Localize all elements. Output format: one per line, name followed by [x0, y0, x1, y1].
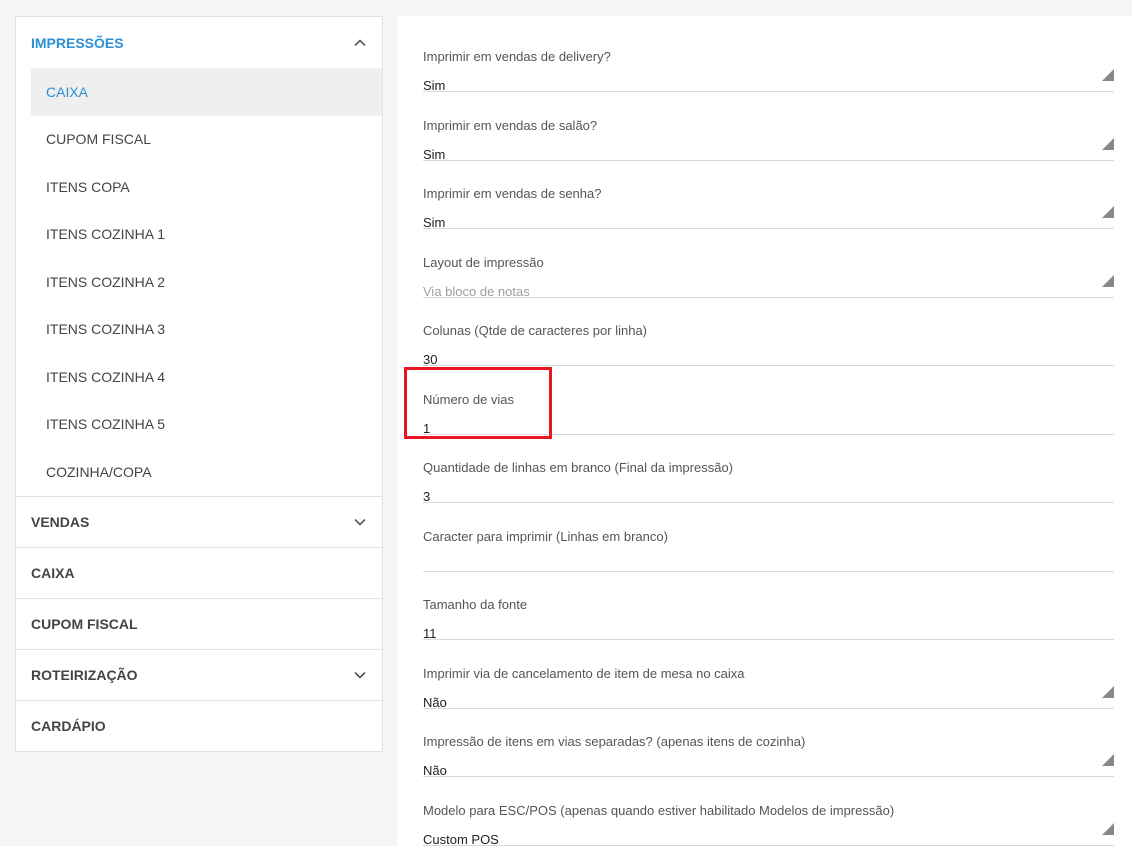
field-value: Sim	[423, 146, 446, 162]
section-cardapio-label: CARDÁPIO	[31, 717, 106, 734]
field-value: 1	[423, 420, 431, 436]
print-settings-form: Imprimir em vendas de delivery? Sim Impr…	[397, 16, 1132, 846]
field-label: Colunas (Qtde de caracteres por linha)	[423, 323, 648, 338]
section-cupom-fiscal-label: CUPOM FISCAL	[31, 615, 138, 632]
input-copies[interactable]: Número de vias 1	[423, 367, 1114, 436]
settings-sidebar: IMPRESSÕES CAIXA CUPOM FISCAL ITENS COPA…	[15, 16, 383, 752]
select-delivery-print[interactable]: Imprimir em vendas de delivery? Sim	[423, 24, 1114, 93]
field-label: Imprimir em vendas de salão?	[423, 117, 598, 133]
field-label: Modelo para ESC/POS (apenas quando estiv…	[423, 802, 895, 818]
section-vendas-label: VENDAS	[31, 513, 90, 530]
input-columns[interactable]: Colunas (Qtde de caracteres por linha) 3…	[423, 298, 1114, 367]
field-value: Não	[423, 694, 447, 710]
field-label: Tamanho da fonte	[423, 597, 528, 612]
submenu-item-itens-cozinha-4[interactable]: ITENS COZINHA 4	[31, 353, 382, 401]
submenu-item-itens-cozinha-1[interactable]: ITENS COZINHA 1	[31, 211, 382, 259]
field-label: Caracter para imprimir (Linhas em branco…	[423, 528, 668, 544]
section-roteirizacao[interactable]: ROTEIRIZAÇÃO	[16, 648, 382, 700]
section-cupom-fiscal[interactable]: CUPOM FISCAL	[16, 597, 382, 649]
submenu-item-cupom-fiscal[interactable]: CUPOM FISCAL	[31, 116, 382, 164]
input-blank-char[interactable]: Caracter para imprimir (Linhas em branco…	[423, 504, 1114, 572]
select-escpos-model[interactable]: Modelo para ESC/POS (apenas quando estiv…	[423, 778, 1114, 846]
input-font-size[interactable]: Tamanho da fonte 11	[423, 572, 1114, 641]
field-label: Quantidade de linhas em branco (Final da…	[423, 460, 734, 475]
submenu-item-cozinha-copa[interactable]: COZINHA/COPA	[31, 448, 382, 496]
impressoes-submenu: CAIXA CUPOM FISCAL ITENS COPA ITENS COZI…	[16, 68, 382, 496]
field-value: Via bloco de notas	[423, 283, 530, 299]
field-value: 3	[423, 489, 431, 504]
section-caixa-label: CAIXA	[31, 564, 75, 581]
select-print-layout[interactable]: Layout de impressão Via bloco de notas	[423, 230, 1114, 299]
dropdown-arrow-icon	[1102, 685, 1114, 698]
dropdown-arrow-icon	[1102, 754, 1114, 766]
input-blank-lines[interactable]: Quantidade de linhas em branco (Final da…	[423, 435, 1114, 504]
submenu-item-caixa[interactable]: CAIXA	[31, 68, 382, 116]
field-value: Não	[423, 763, 447, 778]
field-label: Imprimir em vendas de delivery?	[423, 49, 611, 64]
chevron-down-icon	[353, 668, 367, 682]
section-impressoes-label: IMPRESSÕES	[31, 34, 124, 51]
select-cancel-print[interactable]: Imprimir via de cancelamento de item de …	[423, 641, 1114, 710]
field-label: Imprimir em vendas de senha?	[423, 186, 602, 201]
select-senha-print[interactable]: Imprimir em vendas de senha? Sim	[423, 161, 1114, 230]
dropdown-arrow-icon	[1102, 274, 1114, 287]
select-salao-print[interactable]: Imprimir em vendas de salão? Sim	[423, 93, 1114, 162]
submenu-item-itens-cozinha-5[interactable]: ITENS COZINHA 5	[31, 401, 382, 449]
section-impressoes[interactable]: IMPRESSÕES	[16, 17, 382, 68]
dropdown-arrow-icon	[1102, 206, 1114, 218]
submenu-item-itens-cozinha-3[interactable]: ITENS COZINHA 3	[31, 306, 382, 354]
submenu-item-itens-cozinha-2[interactable]: ITENS COZINHA 2	[31, 258, 382, 306]
field-value: Sim	[423, 78, 446, 93]
field-label: Impressão de itens em vias separadas? (a…	[423, 734, 806, 749]
section-cardapio[interactable]: CARDÁPIO	[16, 699, 382, 751]
select-separate-copies[interactable]: Impressão de itens em vias separadas? (a…	[423, 709, 1114, 778]
dropdown-arrow-icon	[1102, 137, 1114, 150]
dropdown-arrow-icon	[1102, 69, 1114, 81]
field-label: Imprimir via de cancelamento de item de …	[423, 665, 745, 681]
dropdown-arrow-icon	[1102, 822, 1114, 835]
field-value: Sim	[423, 215, 446, 230]
submenu-item-itens-copa[interactable]: ITENS COPA	[31, 163, 382, 211]
field-value: 11	[423, 626, 437, 641]
section-roteirizacao-label: ROTEIRIZAÇÃO	[31, 666, 138, 683]
field-value: Custom POS	[423, 831, 499, 846]
field-label: Número de vias	[423, 391, 515, 407]
chevron-up-icon	[353, 36, 367, 50]
field-value: 30	[423, 352, 438, 367]
section-vendas[interactable]: VENDAS	[16, 495, 382, 547]
section-caixa[interactable]: CAIXA	[16, 546, 382, 598]
chevron-down-icon	[353, 515, 367, 529]
field-label: Layout de impressão	[423, 254, 544, 270]
